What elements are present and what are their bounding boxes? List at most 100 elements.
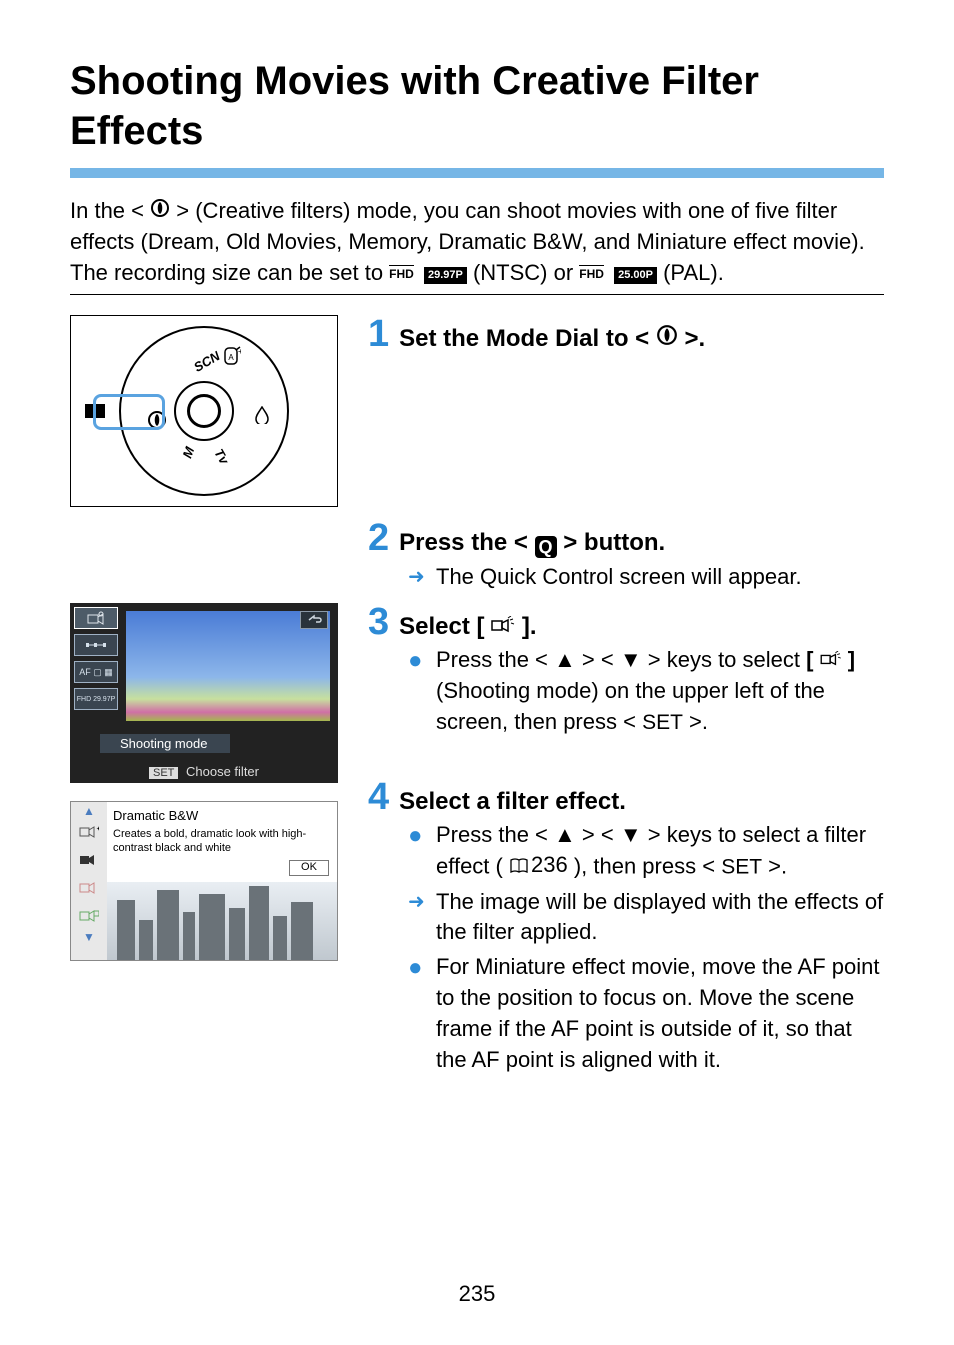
step-3-sub-text: > keys to select <box>648 647 806 672</box>
step-2-row: 2 Press the < Q > button. ➜ The Quick Co… <box>70 519 884 593</box>
fps-ntsc-icon: 29.97P <box>424 267 467 284</box>
shot2-filter-title: Dramatic B&W <box>113 808 331 825</box>
step-4-title: Select a filter effect. <box>399 788 626 816</box>
q-button-icon: Q <box>535 536 557 558</box>
step-1-title: Set the Mode Dial to < <box>399 325 649 352</box>
dial-selection-highlight <box>93 394 165 430</box>
svg-text:+: + <box>238 347 241 356</box>
intro-text: > (Creative filters) mode, you can shoot… <box>70 198 865 254</box>
step-2-heading: 2 Press the < Q > button. <box>368 519 884 558</box>
shot2-filter-desc: Creates a bold, dramatic look with high-… <box>113 827 331 856</box>
down-key-icon: ▼ <box>620 647 642 672</box>
step-number-2: 2 <box>368 519 389 557</box>
set-button-icon: SET <box>642 711 683 734</box>
result-arrow-icon: ➜ <box>408 562 428 592</box>
step-number-1: 1 <box>368 315 389 353</box>
up-key-icon: ▲ <box>554 647 576 672</box>
shot1-back-icon <box>300 611 328 629</box>
step-number-3: 3 <box>368 603 389 641</box>
step-2-sub-1-text: The Quick Control screen will appear. <box>436 562 802 593</box>
step-4-heading: 4 Select a filter effect. <box>368 778 884 816</box>
step-2-title: > button. <box>563 529 665 556</box>
page-ref-number: 236 <box>531 850 568 881</box>
creative-filters-icon <box>150 198 176 223</box>
step-3-sub-1: ● Press the < ▲ > < ▼ > keys to select [… <box>408 645 884 737</box>
step-4-sub-2-text: The image will be displayed with the eff… <box>436 887 884 949</box>
mode-dial-illustration: SCN A+ Tv M <box>70 315 338 507</box>
bullet-icon: ● <box>408 820 428 851</box>
page-number: 235 <box>0 1281 954 1307</box>
filter-select-screenshot: ▲ ✦ ▼ Dramatic B&W Creates a bold, drama… <box>70 801 338 961</box>
shot2-ok-button: OK <box>289 860 329 876</box>
intro-text: In the < <box>70 198 144 223</box>
step-4-sub-1: ● Press the < ▲ > < ▼ > keys to select a… <box>408 820 884 883</box>
dial-water-icon <box>255 406 269 427</box>
step-4-sub-3-text: For Miniature effect movie, move the AF … <box>436 952 884 1075</box>
fhd-pal-icon: FHD <box>579 265 604 283</box>
down-key-icon: ▼ <box>620 822 642 847</box>
step-3-sub-text: >. <box>689 709 708 734</box>
shot1-rec-size-icon: FHD 29.97P <box>74 688 118 710</box>
step-number-4: 4 <box>368 778 389 816</box>
fhd-ntsc-icon: FHD <box>389 265 414 283</box>
manual-page-icon <box>509 858 529 874</box>
step-2-title: Press the < <box>399 529 528 556</box>
svg-text:✦: ✦ <box>96 825 99 833</box>
intro-paragraph: In the < > (Creative filters) mode, you … <box>70 196 884 288</box>
step-3-sub-text: Press the < <box>436 647 548 672</box>
movie-shooting-mode-icon <box>491 613 522 640</box>
shot2-scroll-up-icon: ▲ <box>83 804 95 818</box>
step-3-row: AF ▢ ▦ FHD 29.97P Shooting mode SET Choo… <box>70 603 884 1075</box>
bullet-icon: ● <box>408 645 428 676</box>
step-1-heading: 1 Set the Mode Dial to < >. <box>368 315 884 353</box>
shot1-mode-label: Shooting mode <box>100 734 230 753</box>
step-4-sub-text: ), then press < <box>574 854 715 879</box>
result-arrow-icon: ➜ <box>408 887 428 917</box>
shot2-filter-bw-icon <box>78 849 100 871</box>
shot2-filter-memory-icon <box>78 877 100 899</box>
creative-filters-icon <box>656 325 685 352</box>
intro-text: The recording size can be set to <box>70 260 389 285</box>
shot1-exposure-icon <box>74 634 118 656</box>
dial-label-m: M <box>180 445 198 460</box>
page-reference: 236 <box>509 850 568 881</box>
step-3-title: ]. <box>522 613 537 640</box>
title-rule <box>70 168 884 178</box>
quick-control-screenshot: AF ▢ ▦ FHD 29.97P Shooting mode SET Choo… <box>70 603 338 783</box>
step-4-sub-text: Press the < <box>436 822 548 847</box>
step-4-sub-text: > < <box>582 822 614 847</box>
dial-auto-plus-icon: A+ <box>223 346 241 368</box>
step-4-sub-3: ● For Miniature effect movie, move the A… <box>408 952 884 1075</box>
step-4-sub-2: ➜ The image will be displayed with the e… <box>408 887 884 949</box>
svg-text:A: A <box>228 353 234 362</box>
step-3-bracket: [ <box>806 647 813 672</box>
intro-rule <box>70 294 884 295</box>
shot1-set-badge: SET <box>149 767 178 779</box>
step-1-row: SCN A+ Tv M 1 Set the Mode Dial to < <box>70 315 884 513</box>
intro-text: (NTSC) or <box>473 260 579 285</box>
shot2-scroll-down-icon: ▼ <box>83 930 95 944</box>
step-3-sub-text: > < <box>582 647 614 672</box>
step-3-sub-text: (Shooting mode) on the upper left of the… <box>436 678 825 734</box>
step-1-title: >. <box>685 325 706 352</box>
page-title: Shooting Movies with Creative Filter Eff… <box>70 56 884 156</box>
shot1-shooting-mode-icon <box>74 607 118 629</box>
step-4-sub-text: >. <box>768 854 787 879</box>
step-3-heading: 3 Select [ ]. <box>368 603 884 641</box>
up-key-icon: ▲ <box>554 822 576 847</box>
step-2-sub-1: ➜ The Quick Control screen will appear. <box>408 562 884 593</box>
dial-label-tv: Tv <box>211 447 232 468</box>
set-button-icon: SET <box>721 856 762 879</box>
dial-label-scn: SCN <box>191 349 222 376</box>
intro-text: (PAL). <box>663 260 724 285</box>
fps-pal-icon: 25.00P <box>614 267 657 284</box>
step-3-bracket: ] <box>848 647 855 672</box>
shot2-filter-miniature-icon <box>78 905 100 927</box>
movie-shooting-mode-icon <box>820 647 848 672</box>
bullet-icon: ● <box>408 952 428 983</box>
shot2-filter-dream-icon: ✦ <box>78 821 100 843</box>
step-3-title: Select [ <box>399 613 484 640</box>
shot1-bottom-bar: SET Choose filter <box>70 764 338 779</box>
shot1-choose-filter-text: Choose filter <box>186 764 259 779</box>
shot1-af-icon: AF ▢ ▦ <box>74 661 118 683</box>
